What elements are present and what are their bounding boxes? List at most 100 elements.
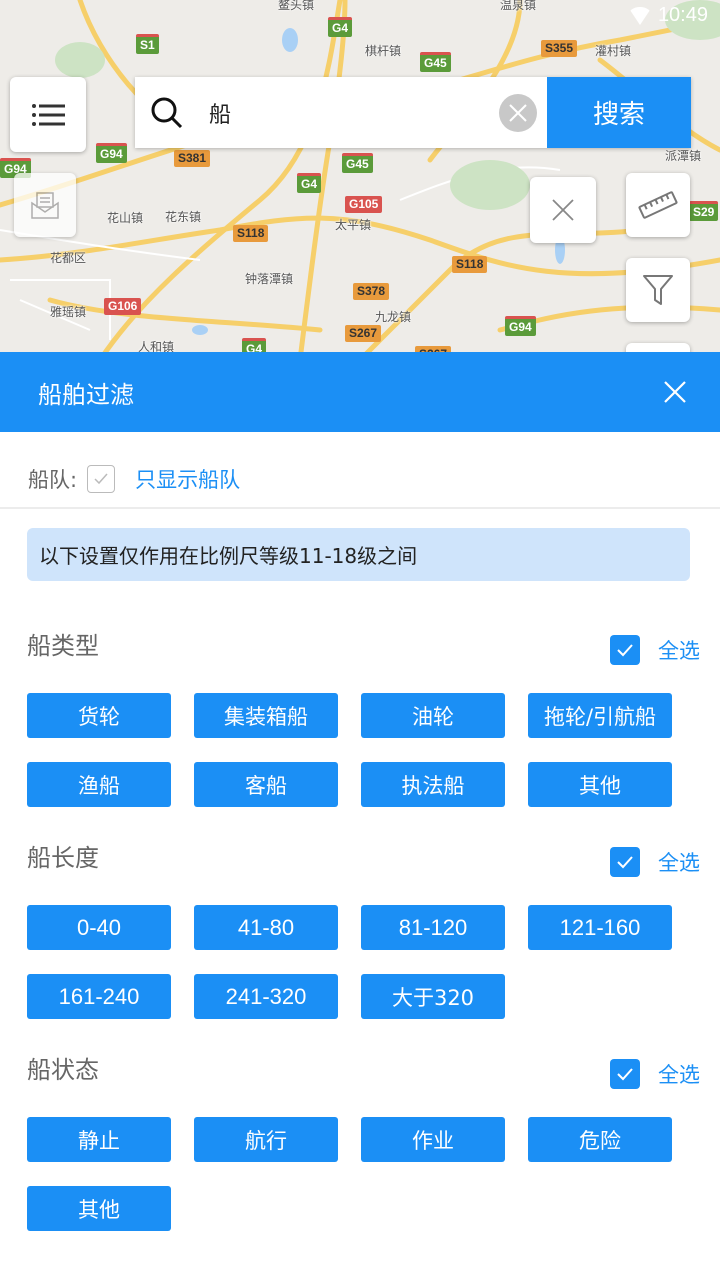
check-icon [617, 856, 633, 869]
filter-chip-working[interactable]: 作业 [361, 1117, 505, 1162]
close-icon [552, 199, 574, 221]
map-place-label: 九龙镇 [375, 310, 412, 324]
clear-map-button[interactable] [530, 177, 596, 243]
ship-type-options: 货轮 集装箱船 油轮 拖轮/引航船 渔船 客船 执法船 其他 [27, 693, 720, 807]
select-all-toggle[interactable]: 全选 [610, 1059, 700, 1089]
check-icon [94, 473, 108, 484]
close-icon [509, 103, 527, 122]
menu-button[interactable] [10, 77, 86, 152]
road-shield: S381 [174, 150, 211, 167]
search-icon [135, 96, 199, 130]
road-shield: G45 [420, 52, 451, 72]
map-place-label: 鳌头镇 [278, 0, 315, 12]
filter-chip-other-type[interactable]: 其他 [528, 762, 672, 807]
search-button[interactable]: 搜索 [547, 77, 691, 148]
filter-chip-passenger[interactable]: 客船 [194, 762, 338, 807]
ship-status-options: 静止 航行 作业 危险 其他 [27, 1117, 720, 1231]
panel-title: 船舶过滤 [38, 380, 134, 409]
filter-chip-tanker[interactable]: 油轮 [361, 693, 505, 738]
select-all-toggle[interactable]: 全选 [610, 847, 700, 877]
road-shield: S355 [541, 40, 578, 57]
map-place-label: 钟落潭镇 [245, 272, 294, 286]
select-all-label[interactable]: 全选 [658, 1059, 700, 1089]
section-ship-status: 船状态 全选 静止 航行 作业 危险 其他 [0, 1033, 720, 1231]
filter-chip-law-enforcement[interactable]: 执法船 [361, 762, 505, 807]
map-place-label: 花都区 [50, 251, 87, 265]
map-place-label: 棋杆镇 [365, 44, 402, 58]
filter-chip-length[interactable]: 121-160 [528, 905, 672, 950]
check-icon [617, 1068, 633, 1081]
road-shield: G105 [345, 196, 383, 213]
road-shield: G94 [505, 316, 536, 336]
search-bar: 搜索 [135, 77, 691, 148]
close-icon [664, 381, 686, 403]
map-place-label: 雅瑶镇 [50, 305, 87, 319]
section-ship-type: 船类型 全选 货轮 集装箱船 油轮 拖轮/引航船 渔船 客船 执法船 其他 [0, 609, 720, 807]
map-place-label: 花东镇 [165, 210, 202, 224]
road-shield: S378 [353, 283, 390, 300]
ruler-icon [638, 191, 678, 219]
road-shield: G106 [104, 298, 142, 315]
select-all-label[interactable]: 全选 [658, 635, 700, 665]
map-place-label: 派潭镇 [665, 149, 702, 163]
status-bar: 10:49 [627, 4, 708, 27]
select-all-toggle[interactable]: 全选 [610, 635, 700, 665]
scale-notice: 以下设置仅作用在比例尺等级11-18级之间 [27, 528, 690, 581]
section-ship-length: 船长度 全选 0-40 41-80 81-120 121-160 161-240… [0, 821, 720, 1019]
road-shield: G4 [328, 17, 353, 37]
filter-chip-length[interactable]: 41-80 [194, 905, 338, 950]
fleet-only-label[interactable]: 只显示船队 [135, 464, 240, 494]
select-all-checkbox[interactable] [610, 847, 640, 877]
section-title: 船状态 [27, 1055, 99, 1084]
list-menu-icon [32, 103, 65, 126]
clear-search-button[interactable] [499, 93, 537, 132]
filter-chip-other-status[interactable]: 其他 [27, 1186, 171, 1231]
filter-chip-length[interactable]: 161-240 [27, 974, 171, 1019]
wifi-icon [627, 6, 652, 25]
road-shield: G94 [96, 143, 127, 163]
road-shield: S1 [136, 34, 159, 54]
check-icon [617, 644, 633, 657]
close-panel-button[interactable] [660, 377, 690, 407]
filter-chip-underway[interactable]: 航行 [194, 1117, 338, 1162]
filter-chip-stationary[interactable]: 静止 [27, 1117, 171, 1162]
fleet-label: 船队: [28, 467, 78, 492]
funnel-icon [643, 275, 673, 305]
filter-chip-fishing[interactable]: 渔船 [27, 762, 171, 807]
filter-chip-length[interactable]: 241-320 [194, 974, 338, 1019]
message-button[interactable] [14, 173, 76, 237]
status-time: 10:49 [657, 4, 708, 26]
filter-chip-cargo[interactable]: 货轮 [27, 693, 171, 738]
fleet-only-checkbox[interactable] [87, 464, 116, 493]
filter-chip-length[interactable]: 81-120 [361, 905, 505, 950]
fleet-row: 船队: 只显示船队 [0, 432, 720, 509]
select-all-checkbox[interactable] [610, 1059, 640, 1089]
map-place-label: 太平镇 [335, 218, 372, 232]
road-shield: S29 [689, 201, 719, 221]
select-all-checkbox[interactable] [610, 635, 640, 665]
road-shield: G45 [342, 153, 373, 173]
filter-chip-length[interactable]: 0-40 [27, 905, 171, 950]
road-shield: G4 [297, 173, 322, 193]
ship-filter-panel: 船舶过滤 船队: 只显示船队 以下设置仅作用在比例尺等级11-18级之间 船类型… [0, 352, 720, 1280]
map-place-label: 灌村镇 [595, 44, 632, 58]
map-place-label: 花山镇 [107, 211, 144, 225]
filter-chip-container[interactable]: 集装箱船 [194, 693, 338, 738]
road-shield: S118 [233, 225, 269, 242]
road-shield: S118 [452, 256, 488, 273]
map-place-label: 温泉镇 [500, 0, 537, 12]
panel-header: 船舶过滤 [0, 352, 720, 432]
search-input[interactable] [199, 100, 499, 125]
section-title: 船长度 [27, 843, 99, 872]
filter-chip-danger[interactable]: 危险 [528, 1117, 672, 1162]
map-view[interactable]: 鳌头镇 温泉镇 棋杆镇 灌村镇 派潭镇 花山镇 花东镇 太平镇 花都区 钟落潭镇… [0, 0, 720, 360]
filter-chip-tug-pilot[interactable]: 拖轮/引航船 [528, 693, 672, 738]
filter-chip-length[interactable]: 大于320 [361, 974, 505, 1019]
measure-button[interactable] [626, 173, 690, 237]
ship-length-options: 0-40 41-80 81-120 121-160 161-240 241-32… [27, 905, 720, 1019]
section-title: 船类型 [27, 631, 99, 660]
filter-button[interactable] [626, 258, 690, 322]
select-all-label[interactable]: 全选 [658, 847, 700, 877]
road-shield: S267 [345, 325, 382, 342]
envelope-icon [31, 192, 59, 219]
